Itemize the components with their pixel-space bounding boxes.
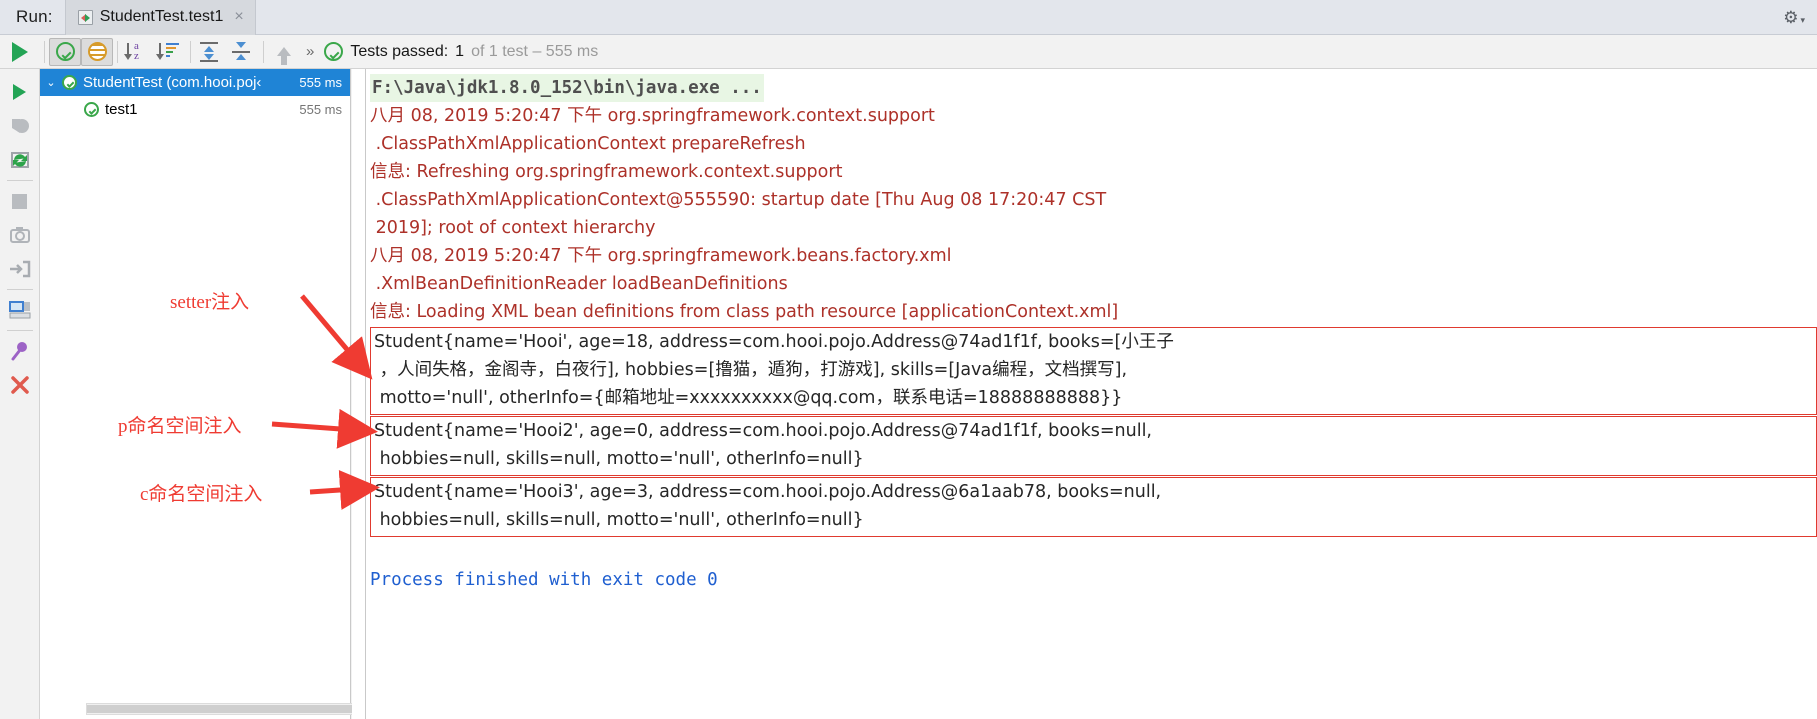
toggle-auto-test-icon[interactable] (5, 143, 35, 177)
prev-failed-test-button[interactable] (268, 38, 300, 66)
tab-studenttest-test1[interactable]: StudentTest.test1 × (64, 0, 256, 35)
console-gutter (352, 69, 366, 719)
show-passed-button[interactable] (49, 37, 81, 66)
layout-glyph (8, 301, 30, 319)
status-count: 1 (455, 42, 465, 60)
run-tabstrip: Run: StudentTest.test1 × ⚙ ▾ (0, 0, 1817, 35)
console-log-line: 八月 08, 2019 5:20:47 下午 org.springframewo… (370, 246, 952, 266)
console-output-line: ，人间失格，金阁寺，白夜行], hobbies=[撸猫，遁狗，打游戏], ski… (374, 360, 1128, 380)
tab-label: StudentTest.test1 (99, 8, 224, 25)
console-output-line: hobbies=null, skills=null, motto='null',… (374, 510, 864, 530)
status-suffix: of 1 test – 555 ms (471, 42, 599, 60)
gutter-divider (6, 289, 33, 290)
stop-icon[interactable] (5, 184, 35, 218)
scrollbar-thumb[interactable] (87, 705, 379, 713)
rerun-failed-glyph (11, 119, 29, 133)
gutter-divider (6, 330, 33, 331)
test-run-icon (77, 9, 93, 25)
console-log-line: .XmlBeanDefinitionReader loadBeanDefinit… (370, 274, 788, 294)
toolbar-divider (190, 40, 191, 63)
console-log-line: 信息: Refreshing org.springframework.conte… (370, 162, 843, 182)
collapse-all-icon (232, 41, 254, 62)
pin-tab-icon[interactable] (5, 334, 35, 368)
rerun-icon[interactable] (5, 75, 35, 109)
tree-row-duration: 555 ms (299, 102, 342, 117)
setter-injection-output: Student{name='Hooi', age=18, address=com… (370, 327, 1817, 415)
check-circle-icon (84, 102, 99, 117)
console-log-line: 八月 08, 2019 5:20:47 下午 org.springframewo… (370, 106, 935, 126)
rerun-failed-icon[interactable] (5, 109, 35, 143)
run-actions-gutter (0, 69, 40, 719)
p-namespace-injection-output: Student{name='Hooi2', age=0, address=com… (370, 416, 1817, 476)
expand-all-icon (200, 41, 222, 62)
console-output-line: Student{name='Hooi3', age=3, address=com… (374, 482, 1162, 502)
gear-icon[interactable]: ⚙ (1783, 9, 1798, 26)
layout-icon[interactable] (5, 293, 35, 327)
tree-row-label: StudentTest (com.hooi.poj‹ (83, 74, 262, 91)
collapse-all-button[interactable] (227, 38, 259, 66)
gutter-divider (6, 180, 33, 181)
console-output-line: motto='null', otherInfo={邮箱地址=xxxxxxxxxx… (374, 388, 1123, 408)
check-circle-icon (55, 42, 75, 61)
setter-injection-annotation: setter注入 (170, 292, 250, 313)
camera-glyph (9, 227, 30, 243)
console-output-line: Student{name='Hooi', age=18, address=com… (374, 332, 1174, 352)
console-output-line: hobbies=null, skills=null, motto='null',… (374, 449, 864, 469)
console-log-line: 信息: Loading XML bean definitions from cl… (370, 302, 1119, 322)
console-output[interactable]: F:\Java\jdk1.8.0_152\bin\java.exe ... 八月… (352, 69, 1817, 719)
up-arrow-icon (277, 47, 291, 65)
toolbar-divider (117, 40, 118, 63)
console-text: F:\Java\jdk1.8.0_152\bin\java.exe ... 八月… (370, 74, 1817, 594)
status-prefix: Tests passed: (350, 42, 449, 60)
export-icon[interactable] (5, 252, 35, 286)
console-log-line: .ClassPathXmlApplicationContext prepareR… (370, 134, 806, 154)
run-tool-window: Run: StudentTest.test1 × ⚙ ▾ az » Tests … (0, 0, 1817, 719)
expand-all-button[interactable] (195, 38, 227, 66)
chevron-down-icon[interactable]: ⌄ (40, 76, 62, 89)
sort-alpha-icon: az (124, 40, 150, 63)
toolbar-divider (44, 40, 45, 63)
toolbar-divider (263, 40, 264, 63)
run-triangle-icon (12, 41, 28, 62)
close-glyph (10, 376, 29, 394)
console-output-line: Student{name='Hooi2', age=0, address=com… (374, 421, 1152, 441)
c-namespace-annotation: c命名空间注入 (140, 484, 263, 505)
test-runner-toolbar: az » Tests passed: 1 of 1 test – 555 ms (0, 35, 1817, 69)
rerun-button[interactable] (0, 41, 40, 62)
tree-row-label: test1 (105, 101, 138, 118)
export-glyph (9, 260, 30, 278)
toolbar-overflow-button[interactable]: » (300, 43, 318, 60)
console-command-line: F:\Java\jdk1.8.0_152\bin\java.exe ... (370, 74, 1817, 102)
run-window-label: Run: (16, 7, 53, 26)
sort-alphabetically-button[interactable]: az (122, 38, 154, 66)
auto-test-glyph (10, 152, 29, 168)
close-icon[interactable]: × (230, 8, 243, 26)
show-ignored-button[interactable] (81, 37, 113, 66)
pin-glyph (11, 342, 27, 361)
close-icon[interactable] (5, 368, 35, 402)
check-circle-icon (62, 75, 77, 90)
console-log-line: .ClassPathXmlApplicationContext@555590: … (370, 190, 1107, 210)
console-log-line: 2019]; root of context hierarchy (370, 218, 656, 238)
test-results-tree[interactable]: ⌄ StudentTest (com.hooi.poj‹ 555 ms test… (40, 69, 381, 719)
sort-by-duration-button[interactable] (154, 38, 186, 66)
ignored-circle-icon (87, 42, 107, 61)
tree-horizontal-scrollbar[interactable] (86, 703, 381, 715)
screenshot-icon[interactable] (5, 218, 35, 252)
p-namespace-annotation: p命名空间注入 (118, 416, 242, 437)
check-circle-icon (324, 42, 344, 61)
test-status-bar: Tests passed: 1 of 1 test – 555 ms (324, 42, 598, 61)
sort-duration-icon (156, 41, 182, 63)
tree-row-studenttest[interactable]: ⌄ StudentTest (com.hooi.poj‹ 555 ms (40, 69, 350, 96)
c-namespace-injection-output: Student{name='Hooi3', age=3, address=com… (370, 477, 1817, 537)
console-exit-line: Process finished with exit code 0 (370, 570, 718, 590)
chevron-down-icon[interactable]: ▾ (1800, 15, 1805, 26)
tree-row-test1[interactable]: test1 555 ms (40, 96, 350, 123)
tree-row-duration: 555 ms (299, 75, 342, 90)
settings-group[interactable]: ⚙ ▾ (1783, 9, 1817, 26)
